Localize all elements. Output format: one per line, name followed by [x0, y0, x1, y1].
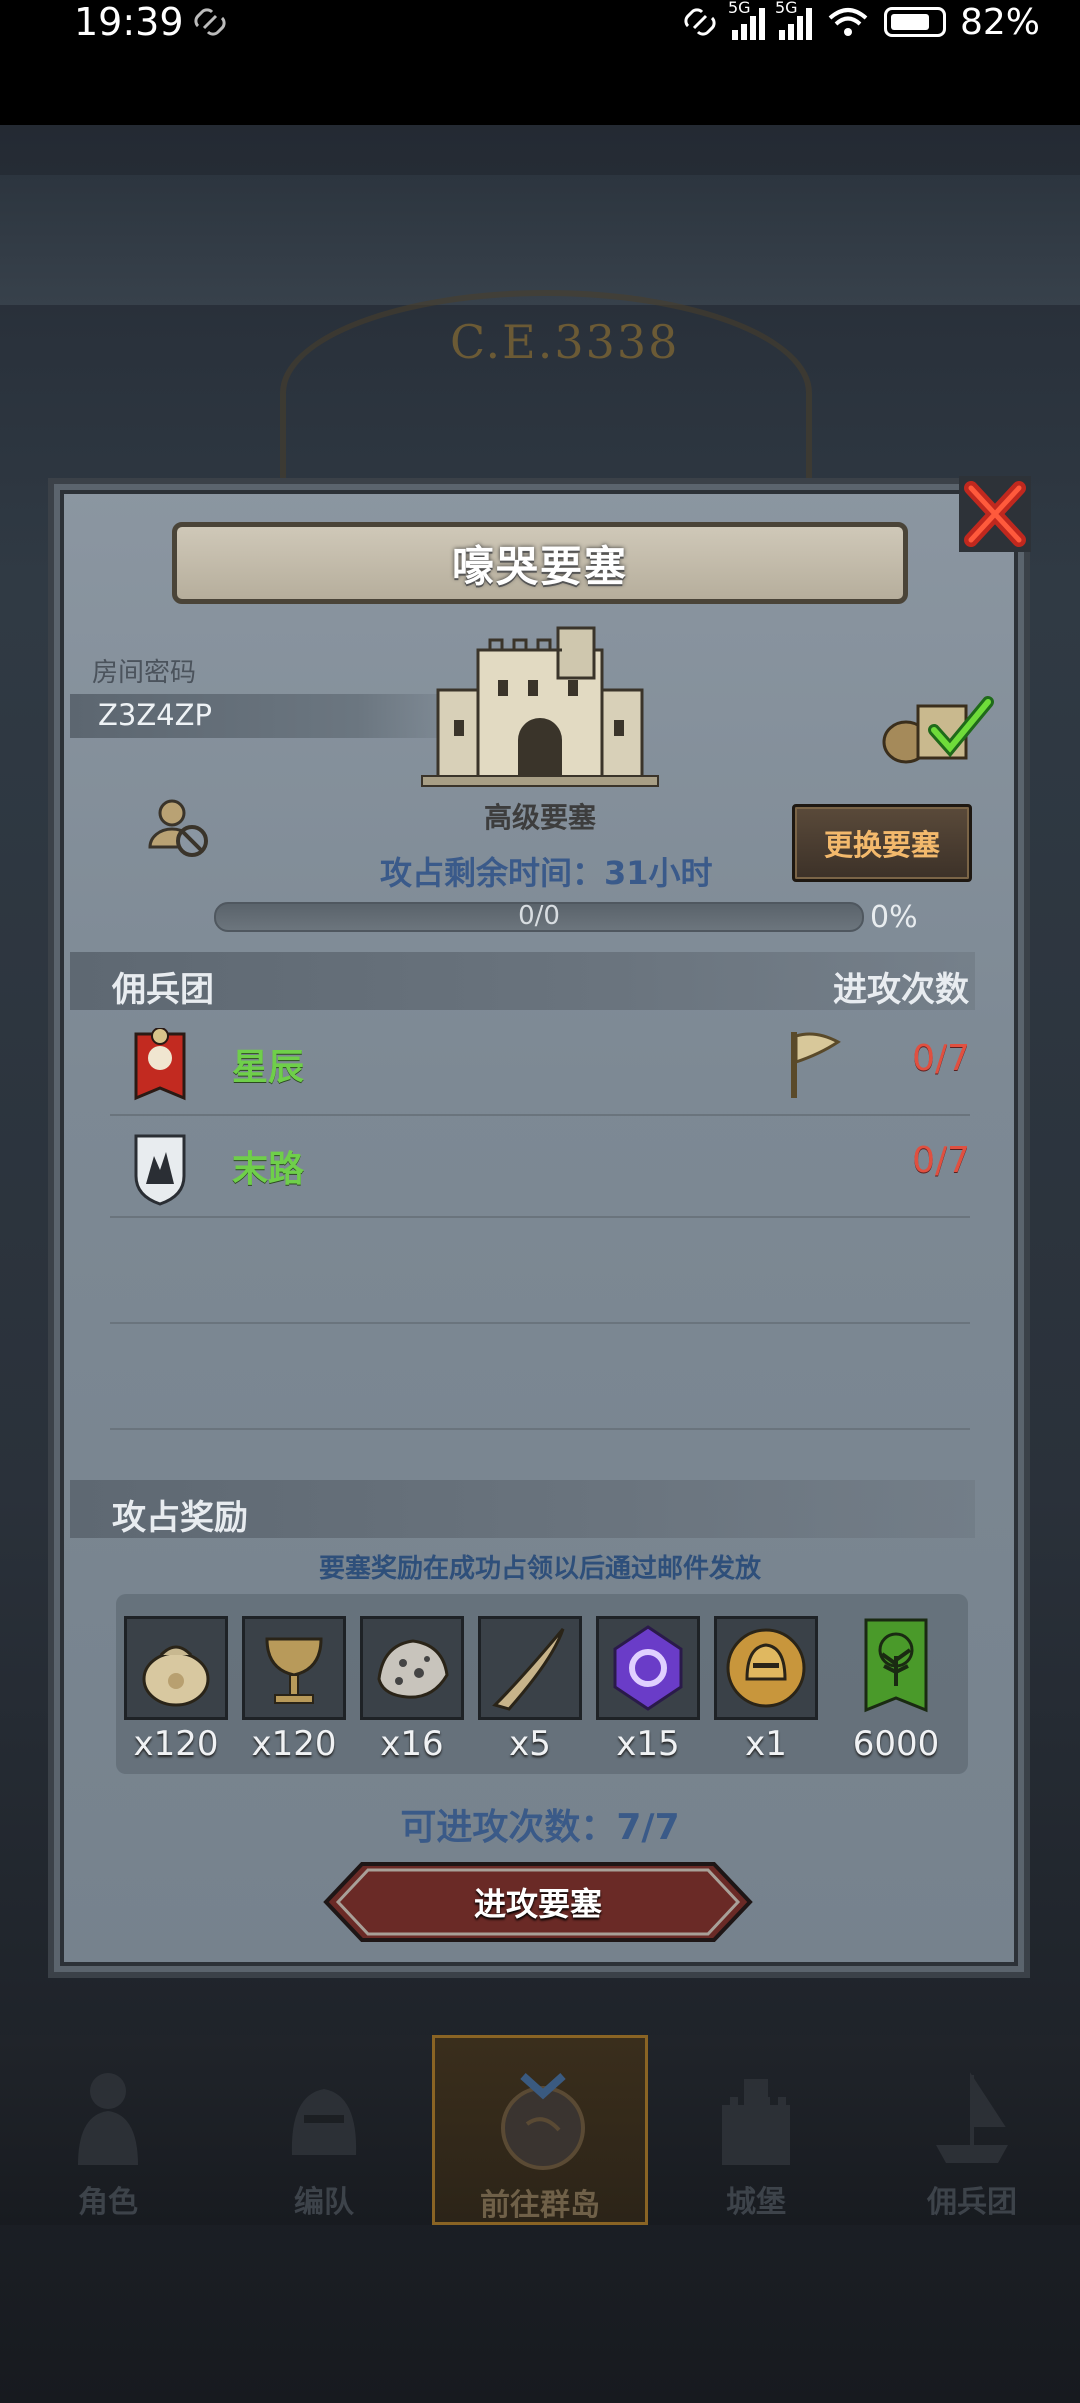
available-attempts: 可进攻次数：7/7: [400, 1807, 680, 1848]
nav-label: 前往群岛: [480, 2188, 600, 2223]
change-fortress-button[interactable]: 更换要塞: [792, 804, 972, 882]
row-divider: [110, 1428, 970, 1430]
knight-helmet-icon: [726, 1628, 806, 1708]
ore-icon: [377, 1639, 449, 1699]
nav-label: 城堡: [726, 2185, 786, 2220]
purple-crystal-icon: [613, 1625, 683, 1711]
reward-quantity: x1: [745, 1724, 787, 1764]
castle-icon: [421, 626, 659, 787]
progress-count: 0/0: [518, 901, 560, 931]
dialog-title-banner: 嚎哭要塞: [172, 522, 908, 604]
battery-icon: [883, 7, 946, 37]
chalice-icon: [265, 1637, 323, 1704]
coin-sack-icon: [142, 1645, 210, 1707]
nav-label: 编队: [294, 2185, 354, 2220]
red-guild-banner-icon: [134, 1028, 186, 1101]
nav-label: 佣兵团: [927, 2185, 1017, 2220]
reward-item[interactable]: x5: [476, 1616, 584, 1764]
attack-fortress-button[interactable]: 进攻要塞: [322, 1860, 754, 1944]
compass-map-icon: [501, 2073, 585, 2170]
castle-nav-icon: [722, 2079, 790, 2165]
mercenary-name: 末路: [232, 1149, 305, 1190]
horn-icon: [492, 1628, 565, 1711]
flag-icon[interactable]: [786, 1028, 842, 1100]
helmet-group-icon: [291, 2089, 357, 2155]
reward-item[interactable]: x1: [712, 1616, 820, 1764]
fortress-level: 高级要塞: [483, 801, 596, 834]
room-code-label: 房间密码: [92, 658, 197, 688]
reward-quantity: x5: [509, 1724, 551, 1764]
mercenary-name: 星辰: [232, 1047, 305, 1088]
reward-header: 攻占奖励: [112, 1498, 248, 1538]
signal-icon: 5G: [775, 0, 812, 40]
nav-label: 角色: [78, 2185, 138, 2220]
attacks-header: 进攻次数: [833, 970, 969, 1010]
status-time: 19:39: [74, 0, 184, 44]
occupation-progress-bar: 0/0: [214, 901, 864, 932]
mercenary-ship-icon: [936, 2072, 1008, 2163]
link-icon: [194, 8, 226, 36]
reward-item[interactable]: 6000: [842, 1616, 950, 1764]
mercenary-row[interactable]: 星辰 0/7: [110, 1014, 970, 1116]
nav-item-mercenary[interactable]: 佣兵团: [864, 2035, 1080, 2225]
mercenary-header: 佣兵团: [112, 970, 214, 1010]
knight-character-icon: [78, 2073, 138, 2165]
status-bar: 19:39 5G 5G 82%: [0, 0, 1080, 125]
attack-count: 0/7: [912, 1038, 970, 1079]
row-divider: [110, 1322, 970, 1324]
reward-item[interactable]: x120: [122, 1616, 230, 1764]
reward-note: 要塞奖励在成功占领以后通过邮件发放: [318, 1554, 761, 1584]
nav-item-islands[interactable]: 前往群岛: [432, 2035, 648, 2225]
reward-quantity: 6000: [852, 1724, 940, 1764]
top-band: [0, 175, 1080, 305]
reward-quantity: x120: [133, 1724, 219, 1764]
progress-percent: 0%: [870, 900, 918, 935]
close-icon[interactable]: [955, 470, 1035, 556]
occupation-time-remaining: 攻占剩余时间：31小时: [380, 854, 713, 892]
room-code-value[interactable]: Z3Z4ZP: [98, 698, 212, 732]
attack-fortress-label: 进攻要塞: [473, 1885, 602, 1923]
dialog-title: 嚎哭要塞: [451, 541, 628, 591]
nav-item-character[interactable]: 角色: [0, 2035, 216, 2225]
status-icons: 5G 5G 82%: [682, 0, 1040, 44]
resource-collected-icon[interactable]: [876, 686, 994, 766]
nav-item-formation[interactable]: 编队: [216, 2035, 432, 2225]
reward-quantity: x120: [251, 1724, 337, 1764]
reward-section-header: 攻占奖励: [70, 1480, 975, 1538]
reward-quantity: x16: [380, 1724, 444, 1764]
mercenary-row[interactable]: 末路 0/7: [110, 1116, 970, 1218]
nav-item-castle[interactable]: 城堡: [648, 2035, 864, 2225]
signal-icon: 5G: [728, 0, 765, 40]
reward-item[interactable]: x15: [594, 1616, 702, 1764]
user-blocked-icon[interactable]: [146, 795, 212, 861]
link-icon: [684, 8, 716, 36]
mercenary-section-header: 佣兵团 进攻次数: [70, 952, 975, 1010]
battery-percent: 82%: [959, 1, 1040, 43]
tree-banner-icon: [864, 1618, 928, 1713]
change-fortress-label: 更换要塞: [823, 828, 940, 862]
wifi-icon: [828, 8, 868, 36]
reward-quantity: x15: [616, 1724, 680, 1764]
reward-item[interactable]: x16: [358, 1616, 466, 1764]
era-text: C.E.3338: [450, 315, 680, 369]
attack-count: 0/7: [912, 1140, 970, 1181]
grey-guild-banner-icon: [134, 1134, 186, 1206]
reward-item[interactable]: x120: [240, 1616, 348, 1764]
